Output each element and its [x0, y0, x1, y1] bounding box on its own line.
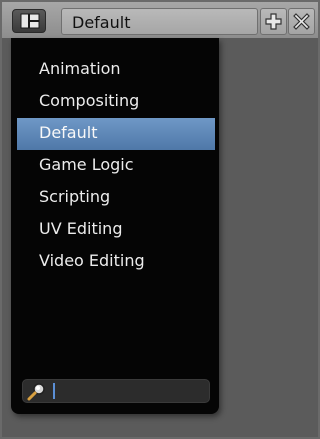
menu-item-label: Animation [39, 59, 121, 78]
menu-item-label: Scripting [39, 187, 111, 206]
add-layout-button[interactable] [260, 8, 287, 35]
menu-item-compositing[interactable]: Compositing [17, 86, 215, 118]
screen-layout-icon [20, 13, 40, 29]
search-input[interactable] [57, 381, 205, 401]
layout-name-field[interactable]: Default [61, 8, 258, 35]
menu-item-game-logic[interactable]: Game Logic [17, 150, 215, 182]
x-icon [293, 13, 310, 30]
menu-item-label: Game Logic [39, 155, 134, 174]
editor-type-button[interactable] [12, 9, 46, 33]
menu-item-video-editing[interactable]: Video Editing [17, 246, 215, 278]
menu-item-label: Default [39, 123, 98, 142]
layout-dropdown-menu: Animation Compositing Default Game Logic… [11, 38, 219, 414]
menu-item-label: Compositing [39, 91, 140, 110]
search-field[interactable] [22, 379, 210, 403]
menu-item-label: UV Editing [39, 219, 123, 238]
magnifier-icon [27, 383, 45, 401]
plus-icon [265, 13, 282, 30]
delete-layout-button[interactable] [288, 8, 315, 35]
menu-item-label: Video Editing [39, 251, 145, 270]
menu-item-animation[interactable]: Animation [17, 54, 215, 86]
info-header: Default [2, 2, 318, 38]
menu-item-default[interactable]: Default [17, 118, 215, 150]
layout-name-text: Default [72, 13, 131, 32]
menu-item-uv-editing[interactable]: UV Editing [17, 214, 215, 246]
menu-item-scripting[interactable]: Scripting [17, 182, 215, 214]
text-cursor [53, 383, 55, 399]
layout-menu-list: Animation Compositing Default Game Logic… [11, 54, 219, 278]
